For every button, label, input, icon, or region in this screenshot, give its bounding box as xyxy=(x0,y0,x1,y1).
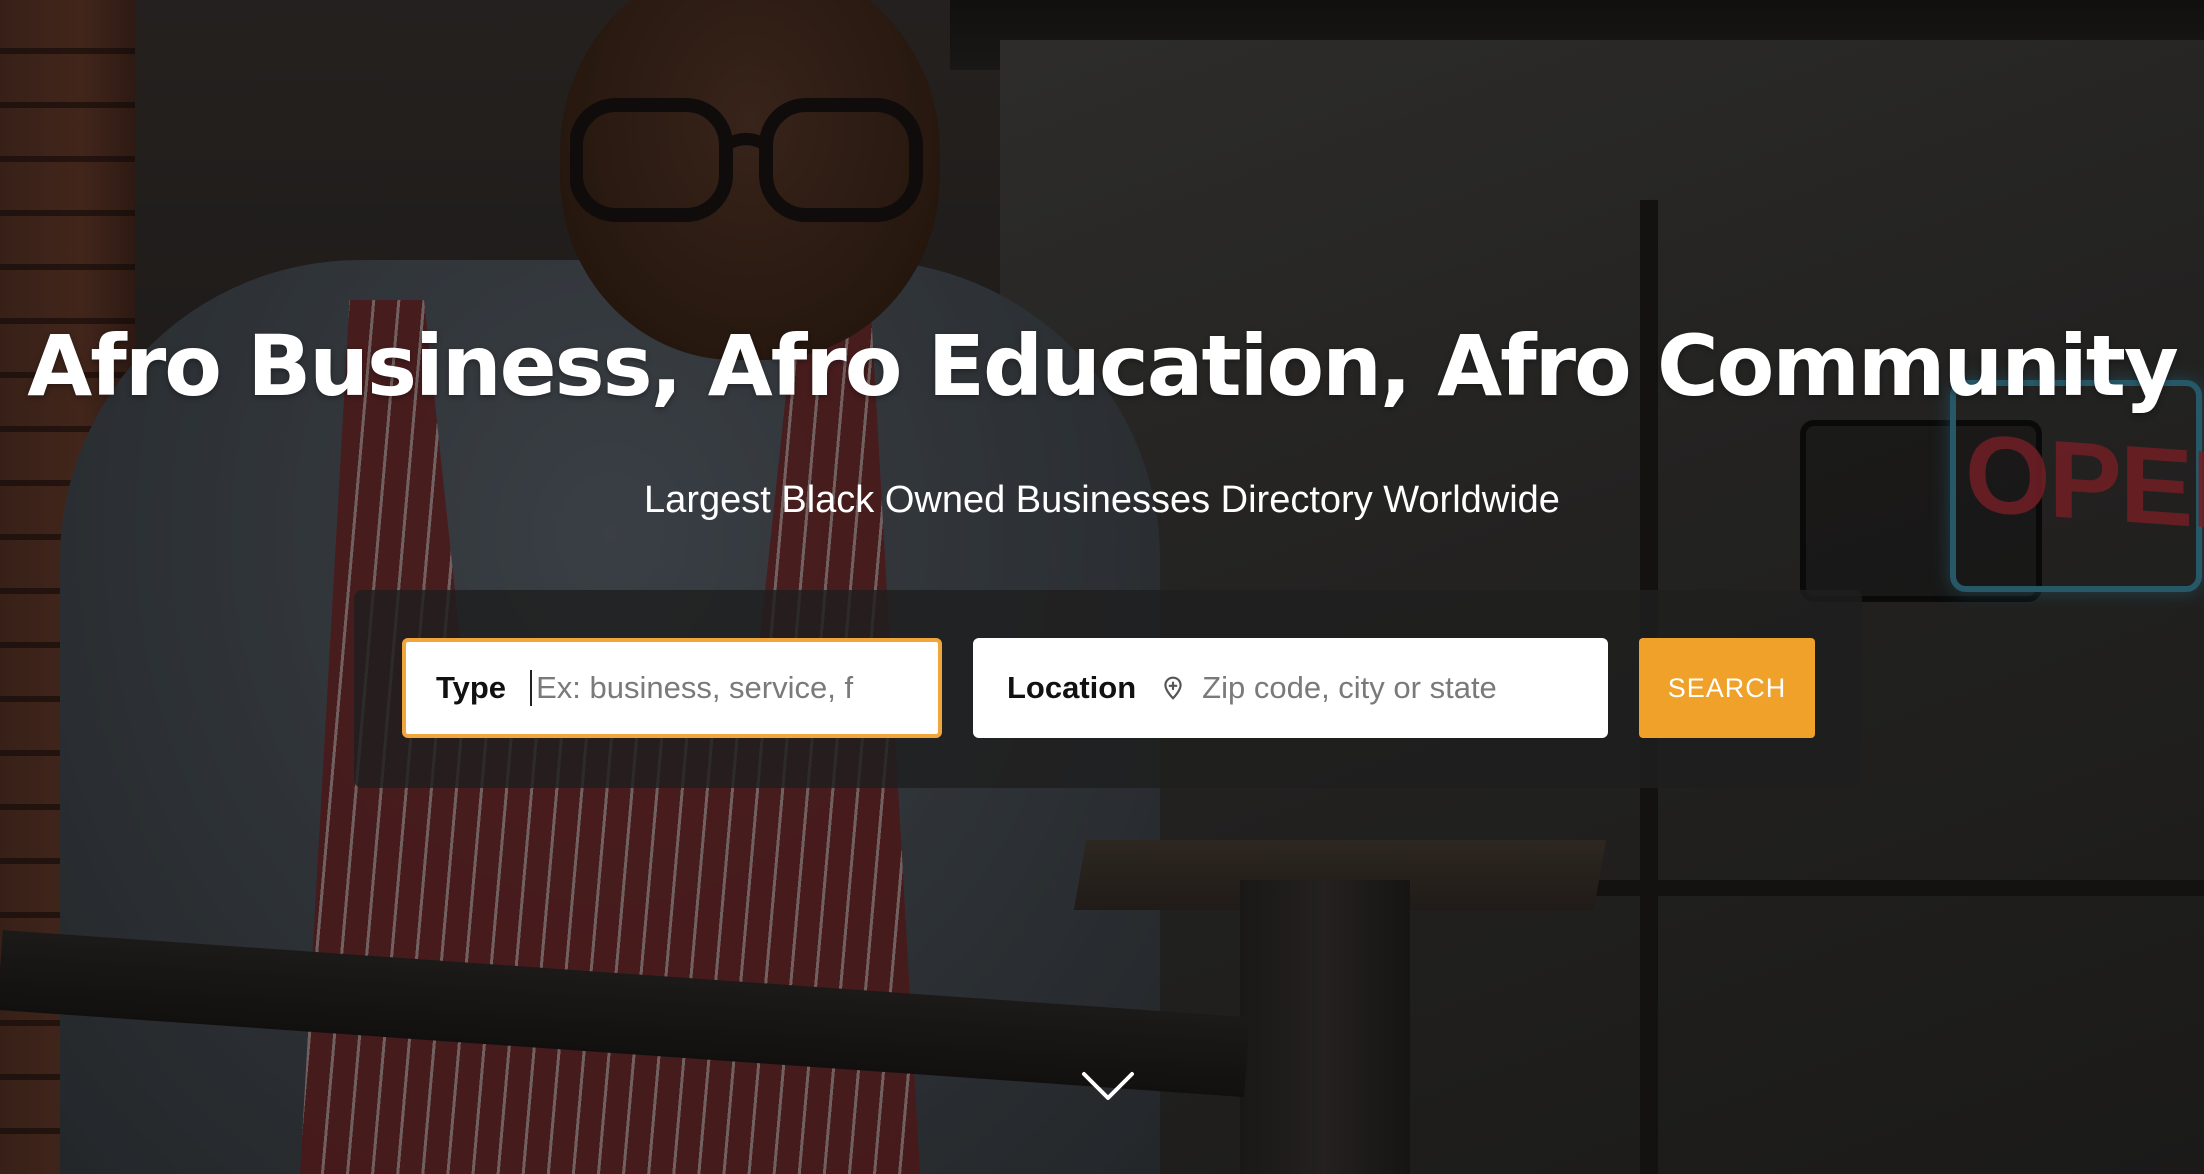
type-input[interactable] xyxy=(530,670,938,706)
location-label: Location xyxy=(1007,670,1137,705)
hero-overlay xyxy=(0,0,2204,1174)
hero-subtitle: Largest Black Owned Businesses Directory… xyxy=(644,479,1560,521)
search-panel: Type Location SEARCH xyxy=(354,590,1862,788)
chevron-down-icon[interactable] xyxy=(1080,1068,1136,1104)
location-field[interactable]: Location xyxy=(973,638,1608,738)
map-pin-icon xyxy=(1164,676,1182,700)
hero-title: Afro Business, Afro Education, Afro Comm… xyxy=(27,317,2178,415)
type-label: Type xyxy=(436,670,507,705)
location-input[interactable] xyxy=(1202,670,1608,706)
type-field[interactable]: Type xyxy=(402,638,942,738)
search-button[interactable]: SEARCH xyxy=(1639,638,1815,738)
